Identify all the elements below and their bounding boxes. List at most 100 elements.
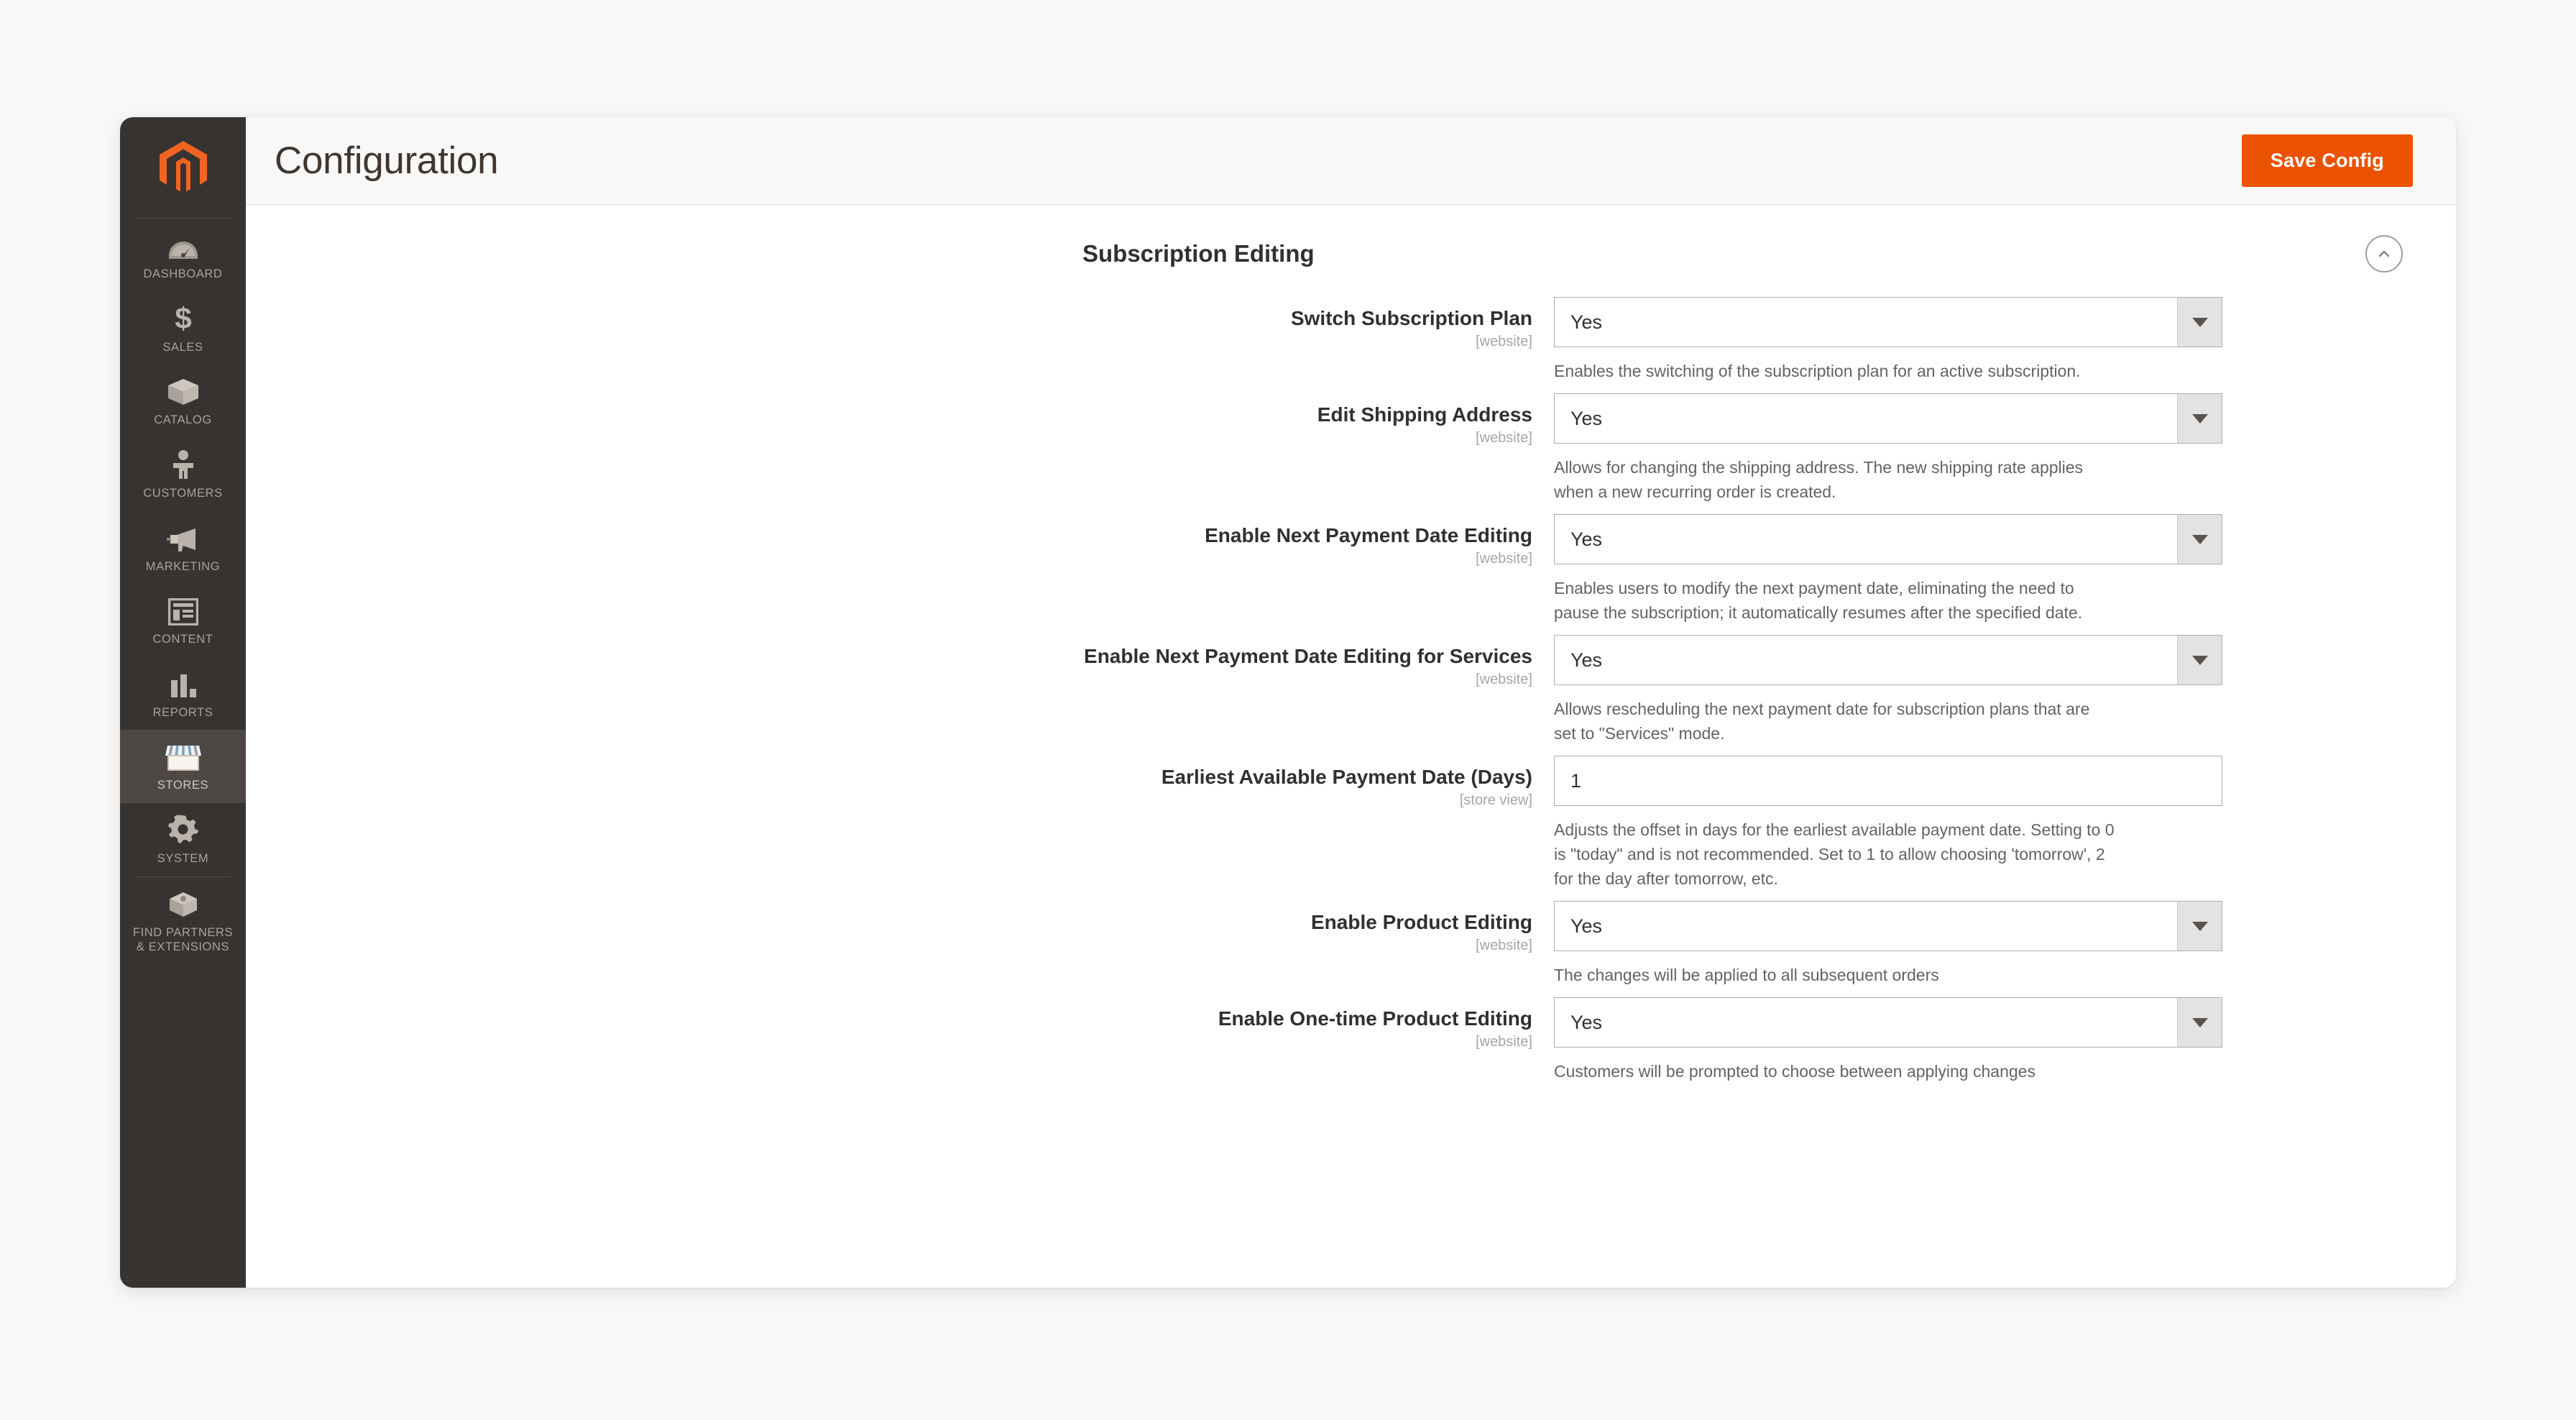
sidebar-item-stores[interactable]: Stores	[120, 730, 246, 803]
field-select-value: Yes	[1570, 1011, 1603, 1033]
sidebar-item-label: Customers	[143, 486, 223, 500]
field-control-column: Yes Enables the switching of the subscrip…	[1554, 297, 2222, 383]
config-field-row: Enable Next Payment Date Editing for Ser…	[246, 635, 2456, 746]
field-help-line: Allows rescheduling the next payment dat…	[1554, 700, 2090, 719]
sidebar-item-label: Reports	[152, 705, 213, 719]
field-help-text: Adjusts the offset in days for the earli…	[1554, 817, 2222, 891]
dashboard-gauge-icon	[168, 230, 198, 260]
field-label-column: Switch Subscription Plan [website]	[246, 297, 1554, 351]
gear-icon	[167, 815, 198, 845]
sidebar-item-marketing[interactable]: Marketing	[120, 511, 246, 585]
magento-logo-icon	[159, 141, 207, 192]
field-help-line: The changes will be applied to all subse…	[1554, 966, 1939, 985]
field-help-line: Allows for changing the shipping address…	[1554, 458, 2084, 477]
field-label-column: Enable One-time Product Editing [website]	[246, 997, 1554, 1051]
field-scope-label: [website]	[1476, 430, 1532, 446]
field-select-value: Yes	[1570, 915, 1603, 937]
field-select[interactable]: Yes	[1554, 997, 2222, 1048]
field-help-text: Enables users to modify the next payment…	[1554, 576, 2222, 625]
sidebar-item-system[interactable]: System	[120, 803, 246, 876]
config-field-row: Enable Product Editing [website] Yes The ch…	[246, 901, 2456, 987]
page-header: Configuration Save Config	[246, 117, 2456, 205]
field-label-column: Enable Product Editing [website]	[246, 901, 1554, 955]
layout-page-icon	[167, 595, 198, 626]
field-select-value: Yes	[1570, 407, 1603, 429]
svg-text:$: $	[175, 303, 191, 334]
sidebar-item-label: Content	[152, 633, 213, 646]
chevron-down-icon[interactable]	[2177, 394, 2222, 444]
sidebar-item-catalog[interactable]: Catalog	[120, 365, 246, 438]
person-icon	[170, 449, 196, 480]
page-title: Configuration	[275, 139, 499, 182]
field-help-line: set to "Services" mode.	[1554, 724, 1725, 743]
dollar-sign-icon: $	[172, 303, 194, 334]
sidebar-item-label: Stores	[157, 779, 209, 792]
sidebar-item-label: Sales	[162, 340, 203, 354]
sidebar-item-label: Catalog	[154, 413, 212, 427]
field-scope-label: [store view]	[1459, 792, 1532, 809]
sidebar-item-label: System	[157, 852, 209, 865]
sidebar-item-label: Dashboard	[143, 267, 223, 280]
field-help-line: for the day after tomorrow, etc.	[1554, 869, 1778, 889]
field-control-column: Yes Allows for changing the shipping addr…	[1554, 393, 2222, 504]
magento-logo[interactable]	[120, 117, 246, 218]
field-select-value: Yes	[1570, 528, 1603, 550]
field-list: Switch Subscription Plan [website] Yes Enab…	[246, 272, 2456, 1084]
field-select[interactable]: Yes	[1554, 901, 2222, 952]
storefront-icon	[165, 741, 202, 771]
field-scope-label: [website]	[1476, 672, 1532, 688]
extension-cube-icon	[167, 889, 199, 919]
sidebar-item-customers[interactable]: Customers	[120, 438, 246, 511]
config-field-row: Edit Shipping Address [website] Yes Allows …	[246, 393, 2456, 504]
sidebar-item-reports[interactable]: Reports	[120, 657, 246, 730]
sidebar-item-sales[interactable]: $ Sales	[120, 292, 246, 365]
field-help-text: Enables the switching of the subscriptio…	[1554, 359, 2222, 383]
box-icon	[167, 376, 200, 406]
config-field-row: Earliest Available Payment Date (Days) [s…	[246, 756, 2456, 891]
field-select[interactable]: Yes	[1554, 393, 2222, 444]
section-collapse-button[interactable]	[2365, 235, 2403, 272]
field-scope-label: [website]	[1476, 938, 1532, 954]
admin-sidebar: Dashboard $ Sales Catal	[120, 117, 246, 1288]
chevron-down-icon[interactable]	[2177, 902, 2222, 951]
field-help-text: The changes will be applied to all subse…	[1554, 963, 2222, 987]
field-help-line: is "today" and is not recommended. Set t…	[1554, 845, 2105, 864]
sidebar-item-label: Find Partners & Extensions	[132, 925, 234, 954]
chevron-down-icon[interactable]	[2177, 515, 2222, 564]
field-label: Enable Product Editing	[1310, 911, 1532, 934]
field-help-text: Customers will be prompted to choose bet…	[1554, 1059, 2222, 1084]
field-control-column: Yes Customers will be prompted to choose …	[1554, 997, 2222, 1084]
triangle-glyph	[2191, 413, 2208, 423]
save-config-button[interactable]: Save Config	[2241, 134, 2413, 187]
config-field-row: Switch Subscription Plan [website] Yes Enab…	[246, 297, 2456, 383]
megaphone-icon	[166, 523, 200, 553]
field-label: Edit Shipping Address	[1317, 403, 1532, 426]
field-help-line: Enables the switching of the subscriptio…	[1554, 362, 2081, 380]
field-control-column: Yes Enables users to modify the next paym…	[1554, 514, 2222, 625]
bar-chart-icon	[168, 669, 198, 699]
chevron-down-icon[interactable]	[2177, 298, 2222, 347]
field-control-column: Yes Allows rescheduling the next payment …	[1554, 635, 2222, 746]
sidebar-item-content[interactable]: Content	[120, 584, 246, 657]
field-label-column: Earliest Available Payment Date (Days) [s…	[246, 756, 1554, 810]
sidebar-item-find-partners-extensions[interactable]: Find Partners & Extensions	[120, 877, 246, 965]
field-select[interactable]: Yes	[1554, 514, 2222, 565]
triangle-glyph	[2191, 655, 2208, 665]
admin-window: Dashboard $ Sales Catal	[120, 117, 2456, 1288]
config-field-row: Enable Next Payment Date Editing [website…	[246, 514, 2456, 625]
field-select-value: Yes	[1570, 649, 1603, 671]
field-label-column: Enable Next Payment Date Editing [website…	[246, 514, 1554, 568]
field-scope-label: [website]	[1476, 334, 1532, 349]
chevron-down-icon[interactable]	[2177, 636, 2222, 685]
field-help-line: Customers will be prompted to choose bet…	[1554, 1062, 2036, 1081]
section-header: Subscription Editing	[246, 205, 2456, 272]
field-help-line: pause the subscription; it automatically…	[1554, 603, 2083, 623]
field-select[interactable]: Yes	[1554, 635, 2222, 686]
field-label: Switch Subscription Plan	[1290, 307, 1532, 329]
field-help-line: when a new recurring order is created.	[1554, 482, 1836, 502]
field-select[interactable]: Yes	[1554, 297, 2222, 347]
field-select-value: Yes	[1570, 311, 1603, 333]
chevron-down-icon[interactable]	[2177, 998, 2222, 1048]
sidebar-item-dashboard[interactable]: Dashboard	[120, 219, 246, 292]
field-text-input[interactable]: 1	[1554, 756, 2222, 807]
